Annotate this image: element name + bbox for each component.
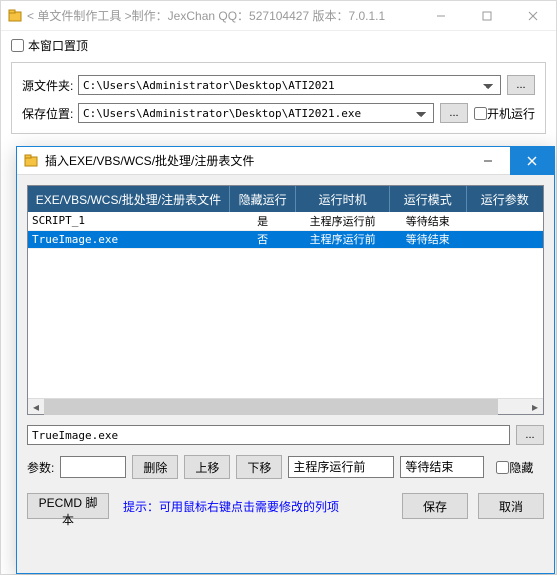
params-row: 参数: 删除 上移 下移 主程序运行前 等待结束 隐藏: [27, 455, 544, 479]
window-controls: [418, 1, 556, 31]
file-table-wrap: EXE/VBS/WCS/批处理/注册表文件 隐藏运行 运行时机 运行模式 运行参…: [27, 185, 544, 415]
table-body: SCRIPT_1是主程序运行前等待结束TrueImage.exe否主程序运行前等…: [28, 212, 543, 248]
params-input[interactable]: [60, 456, 126, 478]
maximize-button[interactable]: [464, 1, 510, 31]
mode-select[interactable]: 等待结束: [400, 456, 484, 478]
cell-hidden: 是: [229, 212, 295, 230]
path-group: 源文件夹: ... 保存位置: ... 开机运行: [11, 62, 546, 134]
bottom-row: PECMD 脚本 提示：可用鼠标右键点击需要修改的列项 保存 取消: [27, 493, 544, 519]
hidden-label: 隐藏: [509, 459, 533, 476]
minimize-button[interactable]: [418, 1, 464, 31]
startup-checkbox[interactable]: [474, 107, 487, 120]
source-label: 源文件夹:: [22, 77, 78, 94]
file-table-scroll[interactable]: EXE/VBS/WCS/批处理/注册表文件 隐藏运行 运行时机 运行模式 运行参…: [28, 186, 543, 398]
hidden-checkbox[interactable]: [496, 461, 509, 474]
col-timing[interactable]: 运行时机: [296, 186, 389, 212]
col-mode[interactable]: 运行模式: [389, 186, 466, 212]
source-input[interactable]: [78, 75, 501, 95]
cell-mode: 等待结束: [389, 230, 466, 248]
dialog-body: EXE/VBS/WCS/批处理/注册表文件 隐藏运行 运行时机 运行模式 运行参…: [17, 175, 554, 573]
insert-dialog: 插入EXE/VBS/WCS/批处理/注册表文件 EXE/VBS/WCS/批处理/…: [16, 146, 555, 574]
cell-timing: 主程序运行前: [296, 212, 389, 230]
horizontal-scrollbar[interactable]: ◂ ▸: [28, 398, 543, 414]
file-browse-button[interactable]: ...: [516, 425, 544, 445]
delete-button[interactable]: 删除: [132, 455, 178, 479]
table-row[interactable]: TrueImage.exe否主程序运行前等待结束: [28, 230, 543, 248]
cell-args: [466, 212, 543, 230]
dialog-title: 插入EXE/VBS/WCS/批处理/注册表文件: [45, 152, 466, 169]
timing-select[interactable]: 主程序运行前: [288, 456, 394, 478]
source-browse-button[interactable]: ...: [507, 75, 535, 95]
col-file[interactable]: EXE/VBS/WCS/批处理/注册表文件: [28, 186, 229, 212]
dest-browse-button[interactable]: ...: [440, 103, 468, 123]
dest-input[interactable]: [78, 103, 434, 123]
pin-checkbox[interactable]: [11, 39, 24, 52]
file-input[interactable]: [27, 425, 510, 445]
main-titlebar: < 单文件制作工具 >制作：JexChan QQ：527104427 版本：7.…: [1, 1, 556, 31]
dialog-minimize-button[interactable]: [466, 147, 510, 175]
dialog-icon: [23, 153, 39, 169]
app-icon: [7, 8, 23, 24]
file-table: EXE/VBS/WCS/批处理/注册表文件 隐藏运行 运行时机 运行模式 运行参…: [28, 186, 543, 249]
params-label: 参数:: [27, 459, 54, 476]
col-args[interactable]: 运行参数: [466, 186, 543, 212]
scroll-track[interactable]: [44, 399, 527, 415]
move-down-button[interactable]: 下移: [236, 455, 282, 479]
source-row: 源文件夹: ...: [22, 75, 535, 95]
dialog-controls: [466, 147, 554, 175]
cell-args: [466, 230, 543, 248]
startup-checkbox-label[interactable]: 开机运行: [474, 105, 535, 122]
pecmd-button[interactable]: PECMD 脚本: [27, 493, 109, 519]
col-hidden[interactable]: 隐藏运行: [229, 186, 295, 212]
dest-row: 保存位置: ... 开机运行: [22, 103, 535, 123]
save-button[interactable]: 保存: [402, 493, 468, 519]
file-row: ...: [27, 425, 544, 445]
dialog-close-button[interactable]: [510, 147, 554, 175]
cell-file: SCRIPT_1: [28, 212, 229, 230]
scroll-left-icon[interactable]: ◂: [28, 399, 44, 415]
scroll-right-icon[interactable]: ▸: [527, 399, 543, 415]
dest-label: 保存位置:: [22, 105, 78, 122]
scroll-thumb[interactable]: [44, 399, 498, 415]
cancel-button[interactable]: 取消: [478, 493, 544, 519]
table-row[interactable]: SCRIPT_1是主程序运行前等待结束: [28, 212, 543, 230]
cell-file: TrueImage.exe: [28, 230, 229, 248]
main-title: < 单文件制作工具 >制作：JexChan QQ：527104427 版本：7.…: [27, 7, 418, 24]
cell-mode: 等待结束: [389, 212, 466, 230]
dialog-titlebar: 插入EXE/VBS/WCS/批处理/注册表文件: [17, 147, 554, 175]
cell-hidden: 否: [229, 230, 295, 248]
hidden-checkbox-label[interactable]: 隐藏: [496, 459, 533, 476]
move-up-button[interactable]: 上移: [184, 455, 230, 479]
cell-timing: 主程序运行前: [296, 230, 389, 248]
main-body: 本窗口置顶 源文件夹: ... 保存位置: ... 开机运行: [1, 31, 556, 140]
pin-row: 本窗口置顶: [11, 37, 546, 54]
pin-label: 本窗口置顶: [28, 37, 88, 54]
table-header-row: EXE/VBS/WCS/批处理/注册表文件 隐藏运行 运行时机 运行模式 运行参…: [28, 186, 543, 212]
startup-label: 开机运行: [487, 105, 535, 122]
hint-text: 提示：可用鼠标右键点击需要修改的列项: [123, 498, 392, 515]
close-button[interactable]: [510, 1, 556, 31]
